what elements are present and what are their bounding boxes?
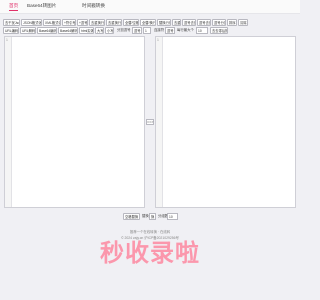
top-nav: 首页 Base64转图片 时间戳转换 — [0, 0, 300, 13]
split-char-input[interactable]: 逗号 — [132, 27, 142, 34]
dedupe-newline-button[interactable]: 去重换行 — [89, 19, 105, 26]
replace-line-button[interactable]: 替换行行 — [157, 19, 171, 26]
per-line-label: 每行最大个 — [177, 28, 194, 32]
output-editor[interactable]: 1 — [155, 36, 296, 208]
url-encode-button[interactable]: URL编码 — [3, 27, 19, 34]
split-label: 分割逗号 — [117, 28, 131, 32]
json-format-button[interactable]: JSON格式化 — [21, 19, 42, 26]
group-count-input[interactable]: 10 — [167, 213, 178, 220]
space-replace-button[interactable]: 空格替换 — [123, 213, 140, 220]
line-number: 1 — [6, 38, 8, 42]
dedupe-button[interactable]: 去重 — [172, 19, 181, 26]
tab-timestamp[interactable]: 时间戳转换 — [82, 3, 105, 9]
comma-split-button[interactable]: 逗号分割 — [212, 19, 226, 26]
base64-decode-button[interactable]: Base64解码 — [58, 27, 78, 34]
base64-encode-button[interactable]: Base64编码 — [37, 27, 57, 34]
line-number-gutter: 1 — [156, 37, 163, 207]
nav-divider — [0, 13, 300, 14]
convert-arrow-button[interactable]: ==> — [146, 119, 154, 125]
brand-watermark: 秒收录啦 — [100, 240, 200, 267]
replace-char-input[interactable]: 换 — [149, 213, 156, 220]
uppercase-button[interactable]: 大写 — [95, 27, 104, 34]
replace-newline-button[interactable]: 全替/换行 — [140, 19, 156, 26]
remove-interference-json-button[interactable]: 去干扰Json — [3, 19, 20, 26]
add-comma-button[interactable]: +逗号 — [77, 19, 88, 26]
tab-home[interactable]: 首页 — [9, 3, 19, 11]
input-editor[interactable]: 1 — [4, 36, 145, 208]
strip-zero-wrap-button[interactable]: 去去零后换 — [210, 27, 228, 34]
line-number: 1 — [157, 38, 159, 42]
strip-comma-button[interactable]: 逗号去开 — [182, 19, 196, 26]
lowercase-button[interactable]: 小写 — [105, 27, 114, 34]
tab-base64-to-image[interactable]: Base64转图片 — [27, 3, 56, 9]
url-decode-button[interactable]: URL解码 — [20, 27, 36, 34]
join-char-input[interactable]: 逗号 — [165, 27, 175, 34]
xml-format-button[interactable]: XML格式化 — [43, 19, 61, 26]
line-number-gutter: 1 — [5, 37, 12, 207]
join-label: 连接符 — [154, 28, 165, 32]
dedupe-newline-button-2[interactable]: 去重换行 — [106, 19, 122, 26]
strip-comma-button-2[interactable]: 逗号去开 — [197, 19, 211, 26]
replace-space-button[interactable]: 全替/空格 — [123, 19, 139, 26]
replace-label: 替换 — [142, 214, 149, 218]
sort-button[interactable]: 排序 — [227, 19, 237, 26]
html-entity-button[interactable]: html实体 — [79, 27, 94, 34]
per-line-input[interactable]: 10 — [196, 27, 208, 34]
add-quotes-button[interactable]: +符引号 — [62, 19, 76, 26]
clear-button[interactable]: 清除 — [238, 19, 248, 26]
split-count-input[interactable]: 1 — [143, 27, 151, 34]
